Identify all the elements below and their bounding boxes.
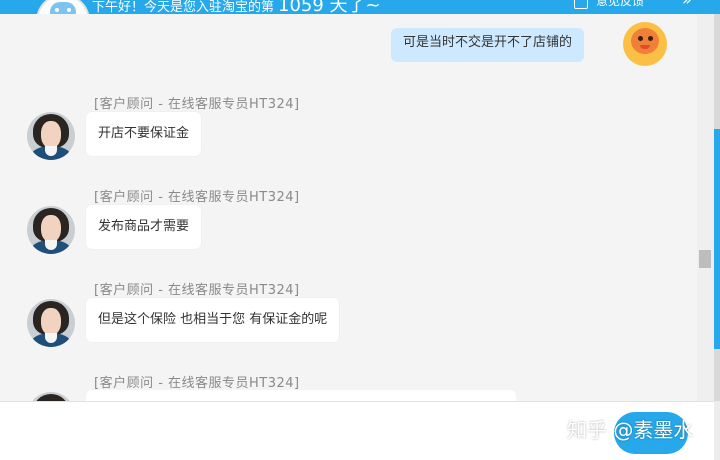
agent-message-bubble: 开店不要保证金	[86, 112, 202, 156]
agent-avatar	[27, 392, 75, 401]
user-message-bubble: 可是当时不交是开不了店铺的	[391, 28, 585, 62]
side-panel-edge	[714, 14, 720, 401]
feedback-link[interactable]: 意见反馈	[574, 0, 644, 9]
agent-avatar	[27, 299, 75, 347]
sender-label: [客户顾问 - 在线客服专员HT324]	[94, 97, 300, 112]
edit-icon	[574, 0, 588, 9]
sender-label: [客户顾问 - 在线客服专员HT324]	[94, 190, 300, 205]
days-count: 1059 天了~	[278, 0, 381, 14]
chat-scrollbar[interactable]	[697, 14, 714, 401]
top-bar: 下午好！今天是您入驻淘宝的第1059 天了~ 意见反馈 »	[0, 0, 720, 14]
user-avatar	[623, 22, 667, 66]
greeting-text: 下午好！今天是您入驻淘宝的第 1059 天了~	[92, 0, 381, 14]
double-chevron-right-icon[interactable]: »	[682, 0, 692, 9]
sender-label: [客户顾问 - 在线客服专员HT324]	[94, 283, 300, 298]
agent-message-bubble: 发布商品才需要	[86, 205, 202, 249]
chat-history: 可是当时不交是开不了店铺的 [客户顾问 - 在线客服专员HT324] 开店不要保…	[0, 14, 697, 401]
scrollbar-thumb[interactable]	[699, 250, 711, 268]
watermark: 知乎 @素墨水	[567, 418, 694, 442]
side-panel-tab[interactable]	[714, 129, 720, 349]
agent-message-bubble: 但是这个保险 也相当于您 有保证金的呢	[86, 298, 340, 342]
agent-avatar	[27, 112, 75, 160]
sender-label: [客户顾问 - 在线客服专员HT324]	[94, 376, 300, 391]
agent-message-bubble	[86, 390, 516, 401]
agent-avatar	[27, 206, 75, 254]
